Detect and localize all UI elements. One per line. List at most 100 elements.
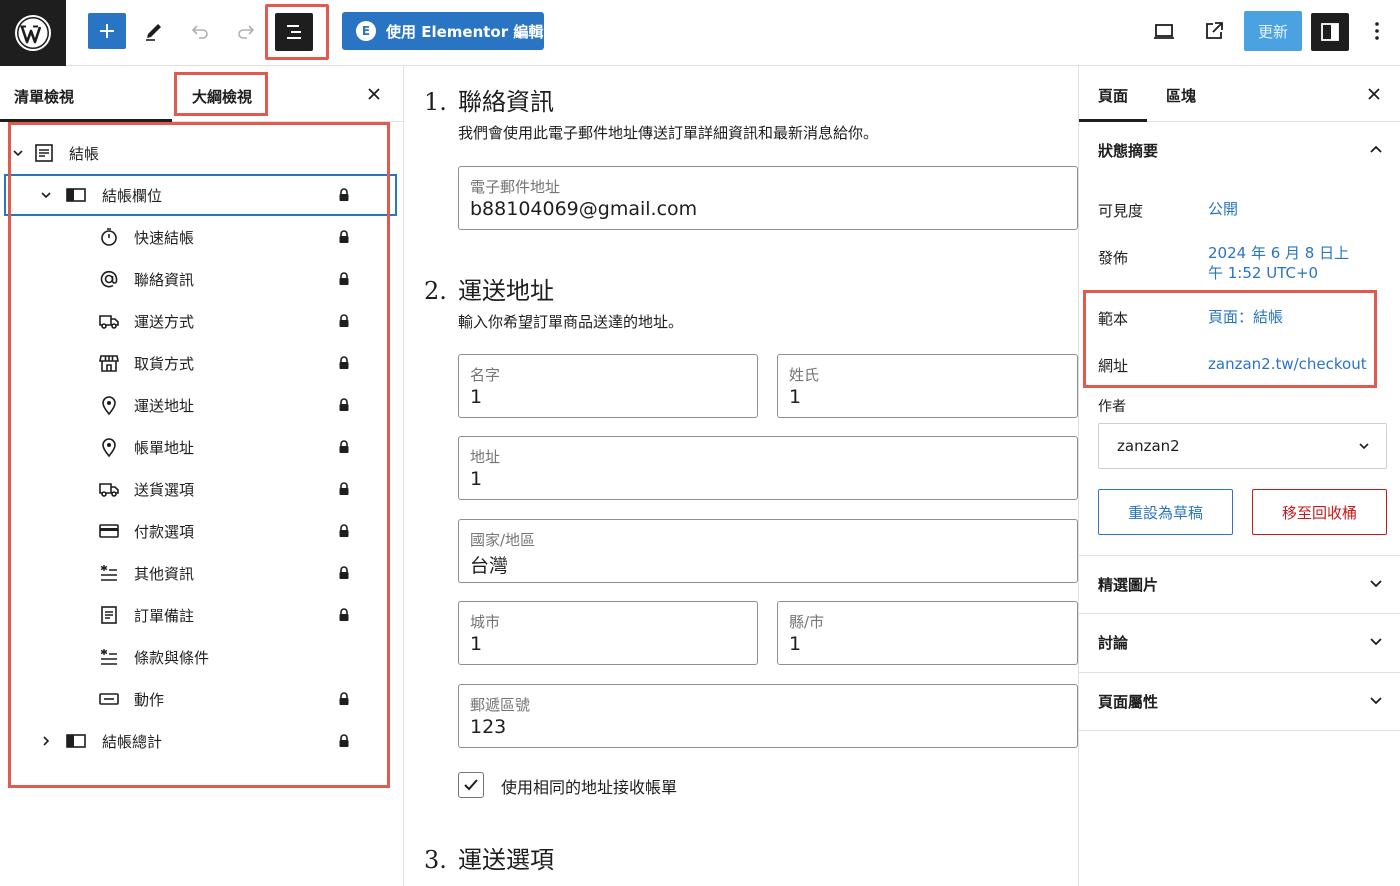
- tab-page[interactable]: 頁面: [1098, 85, 1128, 106]
- document-overview-panel: 清單檢視 大綱檢視 結帳 結帳欄位 快速結帳 聯絡資訊 運送方式 取貨方式 運送地址 帳單地址…: [0, 66, 404, 886]
- first-name-field[interactable]: 名字 1: [458, 354, 758, 418]
- tree-item[interactable]: 快速結帳: [0, 216, 404, 258]
- first-name-value: 1: [470, 386, 483, 408]
- author-select[interactable]: zanzan2: [1098, 423, 1387, 469]
- featured-image-title: 精選圖片: [1098, 575, 1159, 594]
- postcode-field[interactable]: 郵遞區號 123: [458, 684, 1078, 748]
- discussion-toggle[interactable]: 討論: [1079, 614, 1400, 670]
- city-value: 1: [470, 633, 483, 655]
- county-label: 縣/市: [789, 613, 825, 631]
- chevron-down-icon: [1370, 580, 1382, 588]
- note-icon: [97, 603, 121, 627]
- lock-icon: [337, 271, 351, 287]
- featured-image-toggle[interactable]: 精選圖片: [1079, 556, 1400, 612]
- button-icon: [97, 687, 121, 711]
- tree-item-label: 取貨方式: [134, 354, 195, 373]
- address-field[interactable]: 地址 1: [458, 436, 1078, 500]
- options-menu-button[interactable]: [1362, 13, 1392, 49]
- add-block-button[interactable]: [88, 13, 126, 49]
- tree-item[interactable]: 付款選項: [0, 510, 404, 552]
- close-overview-button[interactable]: [362, 82, 386, 106]
- tree-item[interactable]: 結帳: [0, 132, 404, 174]
- author-value: zanzan2: [1117, 437, 1180, 455]
- device-view-button[interactable]: [1146, 13, 1182, 49]
- section-desc-shipping: 輸入你希望訂單商品送達的地址。: [458, 313, 684, 331]
- tree-item-label: 結帳: [69, 144, 100, 163]
- desktop-icon: [1154, 24, 1174, 39]
- section-number: 1.: [424, 88, 447, 116]
- tree-item[interactable]: 運送地址: [0, 384, 404, 426]
- undo-icon: [191, 25, 208, 39]
- lock-icon: [337, 607, 351, 623]
- lock-icon: [337, 691, 351, 707]
- lock-icon: [337, 523, 351, 539]
- page-attributes-toggle[interactable]: 頁面屬性: [1079, 673, 1400, 729]
- tree-item[interactable]: 帳單地址: [0, 426, 404, 468]
- email-value: b88104069@gmail.com: [470, 198, 698, 220]
- country-value: 台灣: [470, 555, 509, 577]
- tree-item[interactable]: 取貨方式: [0, 342, 404, 384]
- undo-button[interactable]: [182, 13, 218, 49]
- move-to-trash-button[interactable]: 移至回收桶: [1252, 489, 1387, 535]
- active-tab-indicator: [0, 119, 172, 122]
- update-button[interactable]: 更新: [1244, 11, 1302, 51]
- columns-icon: [64, 183, 88, 207]
- switch-to-draft-button[interactable]: 重設為草稿: [1098, 489, 1233, 535]
- section-title-shipping-options: 3. 運送選項: [424, 840, 554, 875]
- tree-item-label: 運送方式: [134, 312, 195, 331]
- close-settings-button[interactable]: [1362, 82, 1386, 106]
- postcode-label: 郵遞區號: [470, 696, 531, 714]
- external-link-icon: [1206, 22, 1223, 39]
- status-summary-title: 狀態摘要: [1098, 141, 1159, 160]
- url-link[interactable]: zanzan2.tw/checkout: [1208, 354, 1367, 374]
- status-summary-toggle[interactable]: 狀態摘要: [1079, 122, 1400, 178]
- tree-item-label: 結帳總計: [102, 732, 163, 751]
- tab-block[interactable]: 區塊: [1166, 85, 1196, 106]
- columns-icon: [64, 729, 88, 753]
- tree-item[interactable]: 條款與條件: [0, 636, 404, 678]
- chevron-down-icon[interactable]: [39, 188, 53, 202]
- wordpress-logo-button[interactable]: [0, 0, 66, 66]
- tab-list-view[interactable]: 清單檢視: [14, 86, 74, 107]
- lock-icon: [337, 187, 351, 203]
- county-field[interactable]: 縣/市 1: [777, 601, 1078, 665]
- edit-with-elementor-button[interactable]: E 使用 Elementor 編輯: [342, 12, 544, 50]
- same-address-checkbox[interactable]: [458, 772, 484, 798]
- publish-date-link[interactable]: 2024 年 6 月 8 日上 午 1:52 UTC+0: [1208, 243, 1349, 283]
- tree-item[interactable]: 聯絡資訊: [0, 258, 404, 300]
- template-label: 範本: [1098, 310, 1129, 328]
- settings-sidebar-button[interactable]: [1311, 13, 1349, 51]
- city-field[interactable]: 城市 1: [458, 601, 758, 665]
- tree-item[interactable]: 運送方式: [0, 300, 404, 342]
- tree-item-label: 帳單地址: [134, 438, 195, 457]
- chevron-down-icon: [1370, 638, 1382, 646]
- redo-icon: [238, 25, 255, 39]
- pin-icon: [97, 435, 121, 459]
- view-page-button[interactable]: [1196, 13, 1232, 49]
- visibility-link[interactable]: 公開: [1208, 199, 1238, 219]
- asterisk-lines-icon: [97, 645, 121, 669]
- chevron-down-icon[interactable]: [11, 146, 25, 160]
- last-name-field[interactable]: 姓氏 1: [777, 354, 1078, 418]
- chevron-down-icon: [1359, 443, 1369, 450]
- city-label: 城市: [470, 613, 501, 631]
- tree-item[interactable]: 其他資訊: [0, 552, 404, 594]
- last-name-label: 姓氏: [789, 366, 820, 384]
- tree-item[interactable]: 動作: [0, 678, 404, 720]
- page-icon: [32, 141, 56, 165]
- top-toolbar: E 使用 Elementor 編輯 更新: [0, 0, 1400, 66]
- tree-item-label: 條款與條件: [134, 648, 210, 667]
- tree-item[interactable]: 送貨選項: [0, 468, 404, 510]
- tree-item[interactable]: 結帳總計: [0, 720, 404, 762]
- country-field[interactable]: 國家/地區 台灣: [458, 519, 1078, 583]
- tree-item[interactable]: 結帳欄位: [0, 174, 404, 216]
- email-field[interactable]: 電子郵件地址 b88104069@gmail.com: [458, 166, 1078, 230]
- template-link[interactable]: 頁面：結帳: [1208, 307, 1283, 327]
- address-label: 地址: [470, 448, 501, 466]
- redo-button[interactable]: [228, 13, 264, 49]
- document-overview-button[interactable]: [275, 13, 313, 51]
- tools-button[interactable]: [136, 13, 172, 49]
- tree-item-label: 付款選項: [134, 522, 195, 541]
- tree-item[interactable]: 訂單備註: [0, 594, 404, 636]
- chevron-right-icon[interactable]: [39, 734, 53, 748]
